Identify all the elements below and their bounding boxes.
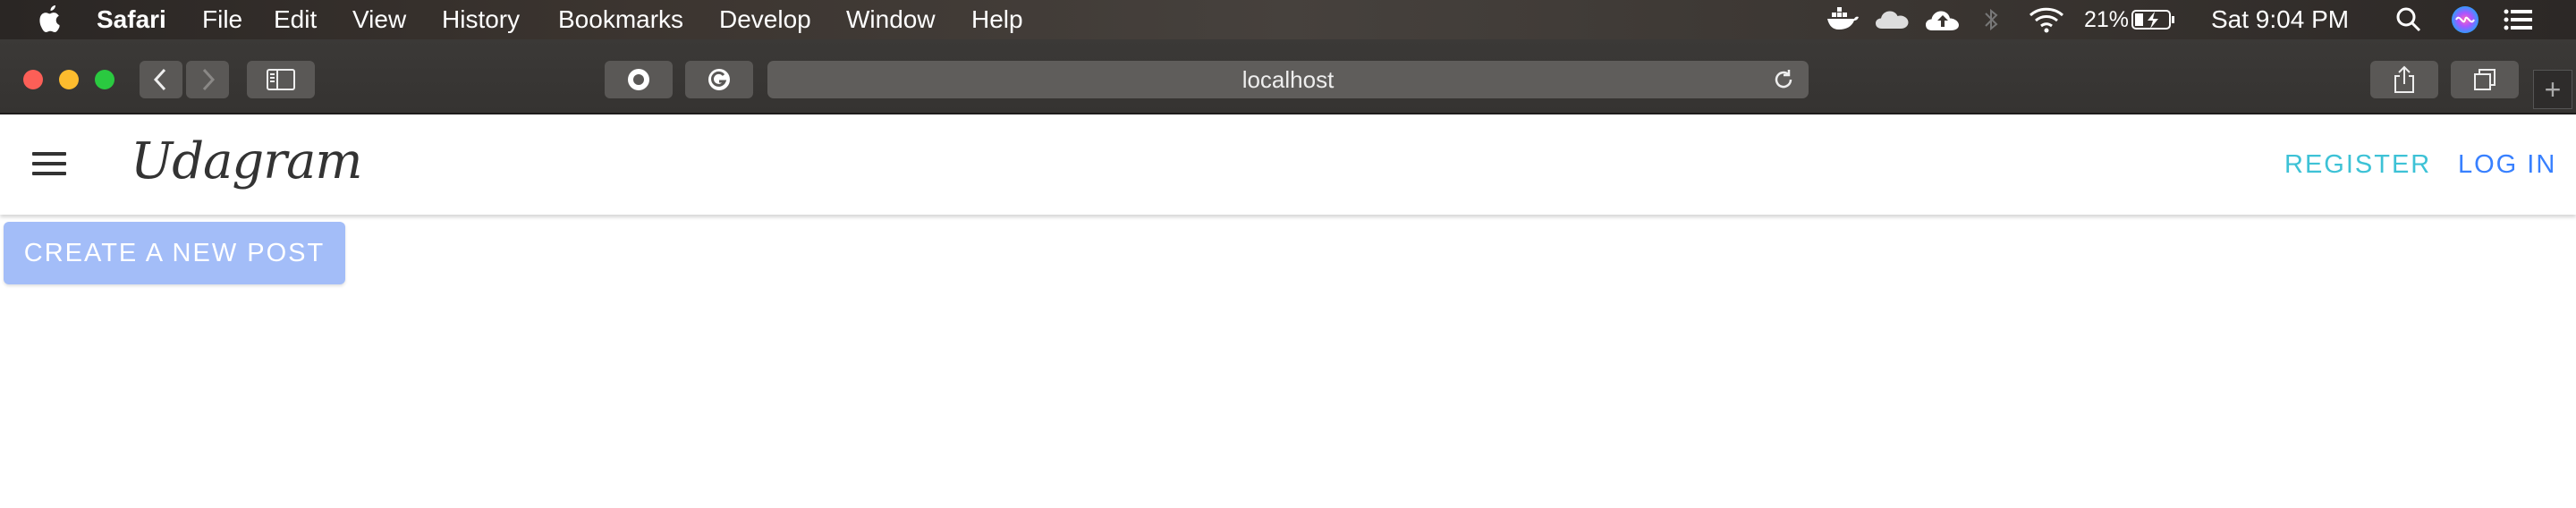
- zoom-window-button[interactable]: [95, 70, 114, 89]
- address-bar[interactable]: localhost: [767, 61, 1809, 98]
- docker-icon[interactable]: [1825, 0, 1860, 39]
- chevron-left-icon: [153, 68, 166, 91]
- share-button[interactable]: [2370, 61, 2438, 98]
- bluetooth-icon[interactable]: [1980, 0, 2002, 39]
- login-link[interactable]: LOG IN: [2458, 150, 2556, 180]
- share-icon: [2394, 65, 2414, 93]
- menu-app-name[interactable]: Safari: [97, 5, 166, 34]
- browser-toolbar: localhost: [0, 39, 2576, 114]
- plus-icon: +: [2544, 72, 2562, 106]
- tabs-icon: [2474, 69, 2496, 90]
- macos-menu-bar: Safari File Edit View History Bookmarks …: [0, 0, 2576, 39]
- menu-history[interactable]: History: [442, 5, 520, 34]
- siri-icon[interactable]: [2449, 0, 2481, 39]
- back-button[interactable]: [140, 61, 182, 98]
- grammarly-icon: [708, 69, 730, 90]
- menu-clock[interactable]: Sat 9:04 PM: [2211, 0, 2349, 39]
- spotlight-search-icon[interactable]: [2394, 0, 2424, 39]
- create-new-post-button[interactable]: CREATE A NEW POST: [4, 222, 345, 284]
- notification-center-icon[interactable]: [2501, 0, 2537, 39]
- menu-window[interactable]: Window: [846, 5, 936, 34]
- chevron-right-icon: [202, 68, 216, 91]
- hamburger-menu-icon[interactable]: [32, 152, 66, 177]
- register-link[interactable]: REGISTER: [2284, 150, 2431, 180]
- forward-button[interactable]: [186, 61, 229, 98]
- menu-help[interactable]: Help: [971, 5, 1023, 34]
- menu-edit[interactable]: Edit: [274, 5, 317, 34]
- cloud-icon[interactable]: [1873, 0, 1912, 39]
- address-text: localhost: [1241, 65, 1335, 93]
- app-header: Udagram REGISTER LOG IN: [0, 114, 2576, 215]
- battery-charging-icon[interactable]: [2131, 0, 2177, 39]
- tab-overview-button[interactable]: [2451, 61, 2519, 98]
- brand-logo[interactable]: Udagram: [131, 132, 363, 190]
- extension-button[interactable]: [605, 61, 673, 98]
- menu-bookmarks[interactable]: Bookmarks: [558, 5, 683, 34]
- menu-view[interactable]: View: [352, 5, 406, 34]
- grammarly-button[interactable]: [685, 61, 753, 98]
- circle-extension-icon: [628, 69, 649, 90]
- menu-file[interactable]: File: [202, 5, 242, 34]
- sidebar-icon: [267, 69, 295, 90]
- web-page: Udagram REGISTER LOG IN CREATE A NEW POS…: [0, 114, 2576, 508]
- sidebar-toggle-button[interactable]: [247, 61, 315, 98]
- close-window-button[interactable]: [23, 70, 43, 89]
- cloud-upload-icon[interactable]: [1923, 0, 1962, 39]
- reload-icon[interactable]: [1771, 67, 1796, 92]
- new-tab-button[interactable]: +: [2533, 70, 2572, 109]
- apple-logo-icon[interactable]: [36, 4, 64, 36]
- wifi-icon[interactable]: [2027, 0, 2066, 39]
- menu-develop[interactable]: Develop: [719, 5, 811, 34]
- minimize-window-button[interactable]: [59, 70, 79, 89]
- battery-percent: 21%: [2084, 6, 2130, 32]
